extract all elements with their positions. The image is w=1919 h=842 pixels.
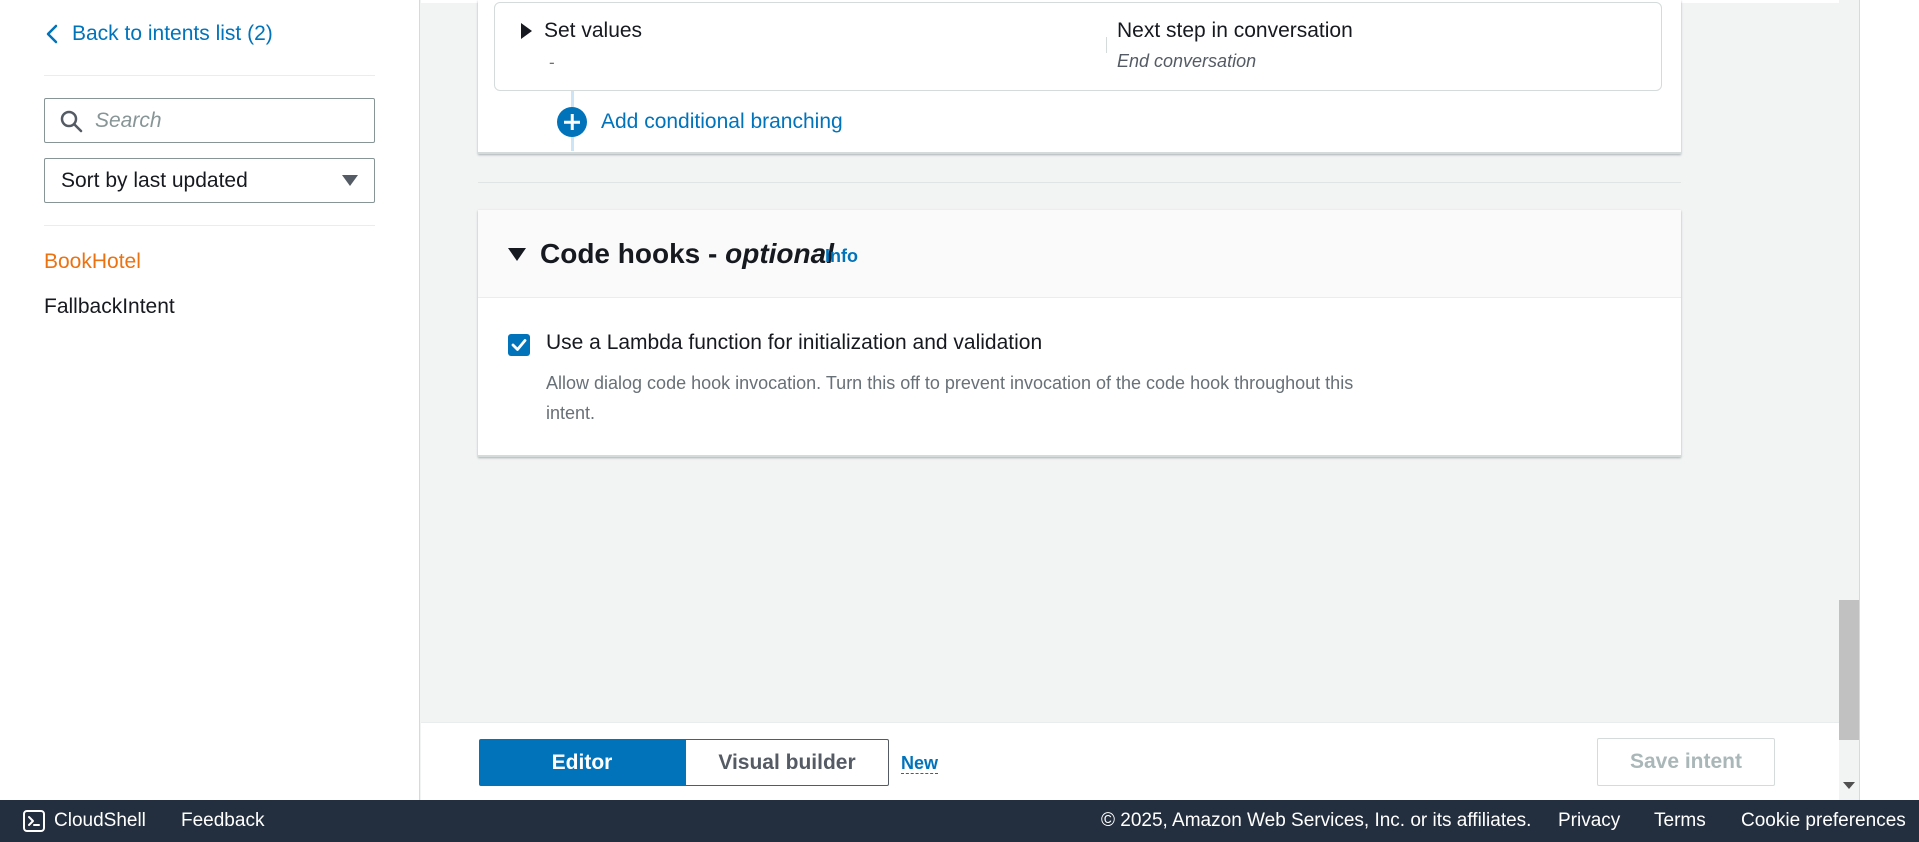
intent-toolbar: Editor Visual builder New Save intent — [421, 722, 1859, 800]
sidebar-item-fallbackintent[interactable]: FallbackIntent — [44, 295, 175, 319]
caret-down-icon — [508, 247, 526, 261]
sidebar-divider — [44, 225, 375, 226]
back-to-intents-link[interactable]: Back to intents list (2) — [44, 22, 273, 46]
intents-sidebar: Back to intents list (2) Sort by last up… — [0, 0, 420, 800]
checkmark-icon — [511, 339, 527, 351]
chevron-left-icon — [46, 24, 58, 44]
scroll-down-arrow-icon[interactable] — [1843, 782, 1855, 789]
sidebar-divider — [44, 75, 375, 76]
plus-circle-icon — [557, 107, 587, 137]
new-badge-link[interactable]: New — [901, 753, 939, 774]
sort-select-value: Sort by last updated — [61, 168, 248, 192]
code-hooks-title: Code hooks - optional — [540, 238, 834, 270]
next-step-label: Next step in conversation — [1117, 19, 1353, 42]
set-values-toggle[interactable]: Set values — [521, 19, 642, 43]
set-values-value: - — [549, 53, 555, 72]
console-footer: CloudShell Feedback © 2025, Amazon Web S… — [0, 800, 1919, 842]
terms-link[interactable]: Terms — [1654, 810, 1706, 832]
code-hooks-header: Code hooks - optional Info — [478, 210, 1681, 298]
code-hooks-panel: Code hooks - optional Info Use a Lambda … — [478, 210, 1681, 457]
info-link[interactable]: Info — [825, 246, 858, 267]
section-divider — [478, 182, 1681, 183]
lambda-checkbox-label: Use a Lambda function for initialization… — [546, 331, 1043, 354]
lambda-checkbox[interactable] — [508, 334, 530, 356]
scrollbar-thumb[interactable] — [1839, 600, 1859, 740]
cloudshell-button[interactable]: CloudShell — [22, 809, 146, 833]
editor-button[interactable]: Editor — [479, 739, 685, 786]
lambda-checkbox-description: Allow dialog code hook invocation. Turn … — [546, 373, 1354, 423]
right-side-panel — [1859, 0, 1919, 800]
copyright-text: © 2025, Amazon Web Services, Inc. or its… — [1101, 810, 1532, 831]
back-link-label: Back to intents list (2) — [72, 22, 273, 45]
search-input[interactable] — [95, 108, 355, 133]
code-hooks-toggle[interactable]: Code hooks - optional — [508, 238, 834, 270]
fulfillment-panel: Set values - Next step in conversation E… — [478, 0, 1681, 154]
caret-right-icon — [521, 23, 532, 39]
save-intent-button[interactable]: Save intent — [1597, 738, 1775, 786]
next-step-value: End conversation — [1117, 51, 1257, 71]
sidebar-item-bookhotel[interactable]: BookHotel — [44, 250, 141, 274]
caret-down-icon — [342, 175, 358, 186]
code-hooks-title-optional: optional — [725, 238, 834, 269]
cookie-preferences-link[interactable]: Cookie preferences — [1741, 810, 1906, 832]
sort-select[interactable]: Sort by last updated — [44, 158, 375, 203]
set-values-label: Set values — [544, 19, 643, 42]
intent-search-box[interactable] — [44, 98, 375, 143]
visual-builder-button[interactable]: Visual builder — [685, 739, 889, 786]
search-icon — [60, 110, 83, 132]
terminal-icon — [23, 810, 45, 832]
privacy-link[interactable]: Privacy — [1558, 810, 1620, 832]
column-divider — [1106, 37, 1107, 53]
feedback-link[interactable]: Feedback — [181, 810, 264, 832]
branch-box: Set values - Next step in conversation E… — [494, 2, 1662, 91]
cloudshell-label: CloudShell — [54, 810, 146, 831]
add-branch-label: Add conditional branching — [601, 110, 843, 133]
code-hooks-title-main: Code hooks - — [540, 238, 726, 269]
add-conditional-branching-button[interactable]: Add conditional branching — [557, 107, 843, 137]
main-content: Set values - Next step in conversation E… — [421, 0, 1859, 800]
